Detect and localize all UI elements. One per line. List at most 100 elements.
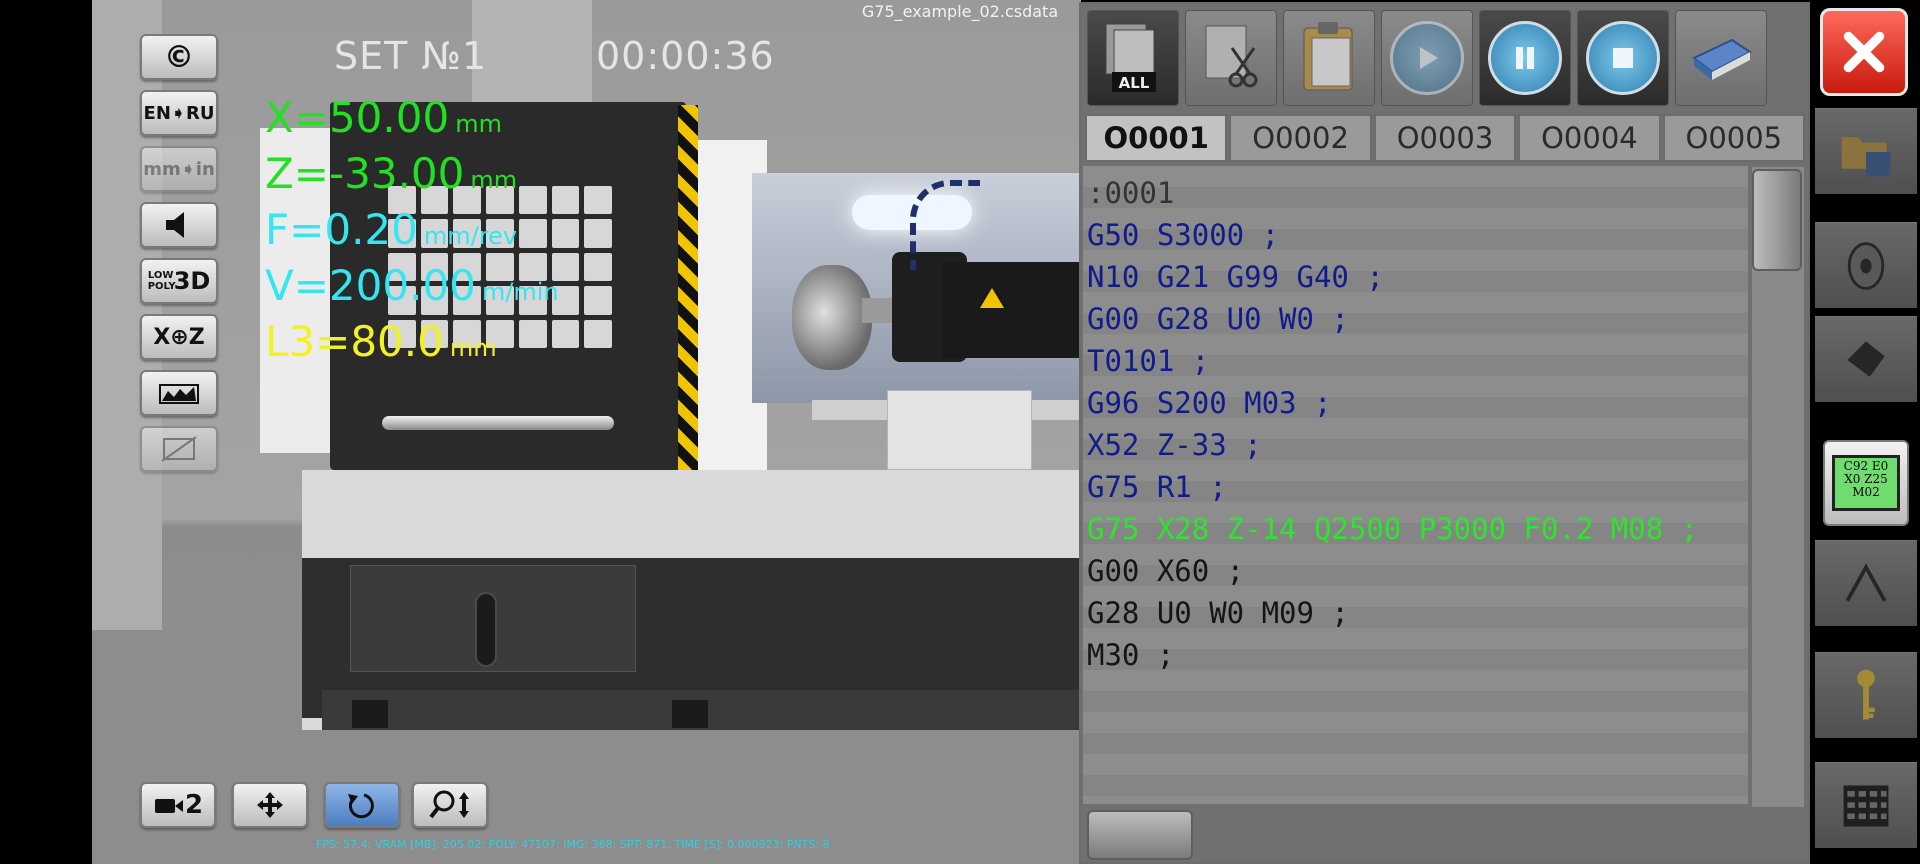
hazard-stripe [678,105,698,470]
chuck-icon [1847,241,1885,290]
caliper-icon [1845,562,1887,602]
code-line[interactable]: X52 Z-33 ; [1087,424,1262,466]
hud-tool-length: L3=80.0 mm [265,318,497,372]
cabinet-handle [382,416,614,430]
key-button[interactable] [1815,652,1917,738]
code-line[interactable]: T0101 ; [1087,340,1209,382]
performance-stats: FPS: 57.4; VRAM [MB]: 205.02; POLY: 4710… [316,838,830,851]
tab-o0002[interactable]: O0002 [1229,114,1372,162]
close-icon [1843,31,1885,73]
clipboard-icon [1303,22,1353,91]
hud-value: Z=-33.00 [265,149,465,198]
rotate-button[interactable] [324,782,400,828]
all-label: ALL [1119,74,1150,92]
tab-o0004[interactable]: O0004 [1518,114,1661,162]
part-view-button[interactable] [140,370,218,416]
hud-value: F=0.20 [265,205,418,254]
hud-z-coordinate: Z=-33.00 mm [265,150,517,204]
chuck-settings-button[interactable] [1815,222,1917,308]
cut-icon [1205,25,1258,88]
coolant-hose [910,180,980,270]
open-save-button[interactable] [1815,108,1917,194]
hud-unit: mm [455,110,502,138]
part-profile-icon [159,384,199,404]
code-line[interactable]: G00 X60 ; [1087,550,1244,592]
code-line[interactable]: G00 G28 U0 W0 ; [1087,298,1349,340]
zoom-button[interactable] [412,782,488,828]
grid-off-button[interactable] [140,426,218,472]
pause-icon [1488,21,1562,95]
hud-unit: mm/rev [423,222,518,250]
play-icon [1390,21,1464,95]
vertical-scrollbar-thumb[interactable] [1752,169,1802,271]
grid-disabled-icon [161,436,197,462]
sound-button[interactable] [140,202,218,248]
rotate-icon [348,793,374,819]
program-tabs: O0001 O0002 O0003 O0004 O0005 [1085,114,1806,162]
pause-button[interactable] [1479,10,1571,106]
key-icon [1857,669,1875,719]
camera-icon [154,799,183,813]
horizontal-scrollbar-thumb[interactable] [1087,810,1193,860]
folder-disk-icon [1841,136,1891,176]
hud-x-coordinate: X=50.00 mm [265,94,502,148]
hud-value: L3=80.0 [265,317,444,366]
code-line[interactable]: G75 R1 ; [1087,466,1227,508]
stop-icon [1586,21,1660,95]
low-poly-3d-button[interactable]: LOW POLY 3D [140,258,218,304]
close-button[interactable] [1820,8,1908,96]
stop-button[interactable] [1577,10,1669,106]
cnc-display-button[interactable]: C92 E0 X0 Z25 M02 [1823,440,1909,526]
code-line[interactable]: :0001 [1087,172,1174,214]
cross-slide [887,390,1032,470]
play-button[interactable] [1381,10,1473,106]
turret-housing [942,262,1081,358]
code-editor[interactable]: :0001 G50 S3000 ; N10 G21 G99 G40 ; G00 … [1083,166,1748,804]
select-all-icon: ALL [1105,23,1156,92]
three-jaw-chuck [792,265,872,370]
hud-unit: mm [449,334,497,362]
set-label: SET №1 [334,34,488,78]
hud-feed: F=0.20 mm/rev [265,206,517,260]
camera-select-button[interactable]: 2 [140,782,216,828]
code-line[interactable]: G28 U0 W0 M09 ; [1087,592,1349,634]
book-icon [1692,38,1752,80]
axes-toggle-button[interactable]: X⊕Z [140,314,218,360]
3d-label: 3D [173,267,211,295]
timer: 00:00:36 [596,34,775,78]
hud-value: X=50.00 [265,93,450,142]
measure-button[interactable] [1815,540,1917,626]
help-book-button[interactable] [1675,10,1767,106]
tab-o0005[interactable]: O0005 [1662,114,1806,162]
units-toggle-button[interactable]: mm➧in [140,146,218,192]
code-line[interactable]: N10 G21 G99 G40 ; [1087,256,1384,298]
hud-speed: V=200.00 m/min [265,262,559,316]
cut-button[interactable] [1185,10,1277,106]
pan-button[interactable] [232,782,308,828]
warning-icon [980,288,1004,308]
tool-holder-icon [1847,340,1885,377]
code-line[interactable]: G50 S3000 ; [1087,214,1279,256]
tab-o0001[interactable]: O0001 [1085,114,1228,162]
speaker-icon [166,212,184,238]
lcd-line: M02 [1852,485,1880,499]
language-toggle-button[interactable]: EN➧RU [140,90,218,136]
hud-unit: mm [470,166,518,194]
current-code-line[interactable]: G75 X28 Z-14 Q2500 P3000 F0.2 M08 ; [1087,508,1698,550]
tool-settings-button[interactable] [1815,316,1917,402]
program-editor-panel: ALL O0001 O0002 O0003 O0004 O0005:0001 … [1079,2,1810,864]
hud-value: V=200.00 [265,261,476,310]
paste-button[interactable] [1283,10,1375,106]
editor-toolbar: ALL [1081,4,1808,108]
lathe-3d-viewport[interactable] [92,0,1081,864]
code-line[interactable]: M30 ; [1087,634,1174,676]
keyboard-button[interactable] [1815,762,1917,848]
code-line[interactable]: G96 S200 M03 ; [1087,382,1331,424]
tab-o0003[interactable]: O0003 [1373,114,1517,162]
machine-foot [352,700,388,728]
copyright-button[interactable]: © [140,34,218,80]
select-all-button[interactable]: ALL [1087,10,1179,106]
machine-foot [672,700,708,728]
lcd-icon: C92 E0 X0 Z25 M02 [1832,455,1900,511]
zoom-icon [429,790,469,819]
